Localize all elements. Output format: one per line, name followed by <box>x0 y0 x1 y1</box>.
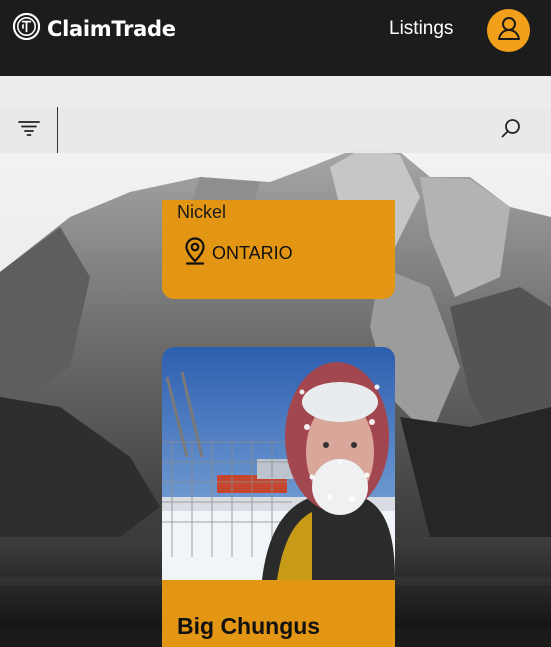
account-avatar-button[interactable] <box>487 9 530 52</box>
search-input[interactable] <box>66 115 490 147</box>
user-icon <box>494 13 524 48</box>
brand-logo[interactable]: ClaimTrade <box>12 12 176 46</box>
brand-name: ClaimTrade <box>47 17 176 41</box>
header-spacer <box>0 76 551 107</box>
listing-photo <box>162 347 395 580</box>
search-icon <box>500 117 522 144</box>
claimtrade-logo-icon <box>12 12 41 46</box>
listing-location: ONTARIO <box>184 237 293 270</box>
search-button[interactable] <box>496 115 526 145</box>
listing-location-text: ONTARIO <box>212 243 293 263</box>
listing-card[interactable]: Nickel ONTARIO <box>162 200 395 299</box>
filter-icon <box>17 120 40 141</box>
listing-mineral: Nickel <box>177 202 227 222</box>
top-nav: ClaimTrade Listings <box>0 0 551 76</box>
listing-title: Big Chungus <box>177 613 321 639</box>
nav-link-listings[interactable]: Listings <box>389 18 453 40</box>
search-bar <box>0 107 551 153</box>
filter-button[interactable] <box>0 107 58 153</box>
listing-card[interactable]: Big Chungus <box>162 347 395 647</box>
location-pin-icon <box>184 237 206 270</box>
